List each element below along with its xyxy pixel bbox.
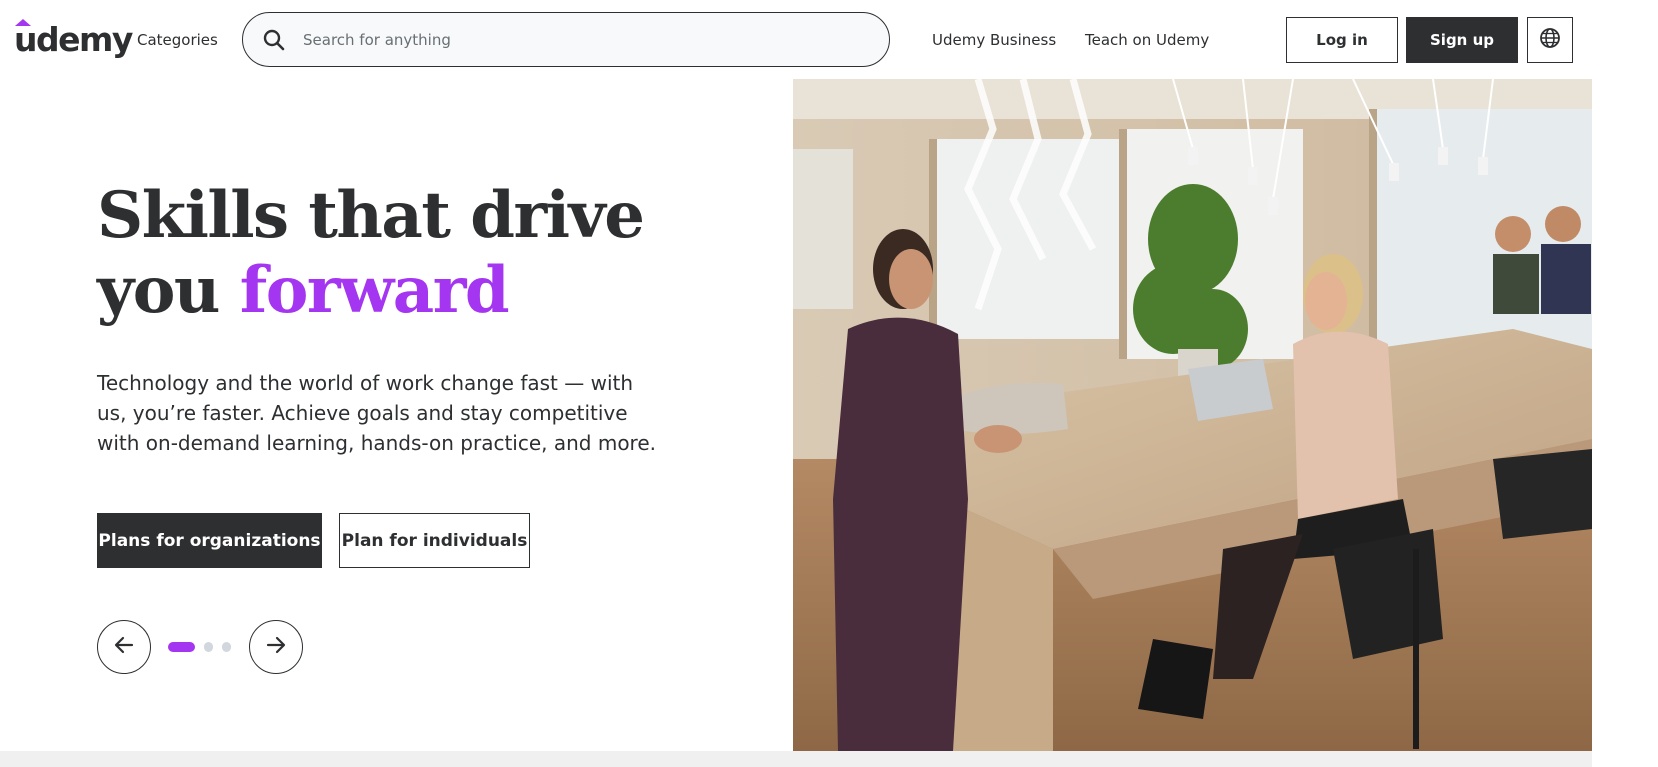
hero-headline: Skills that drive you forward xyxy=(97,178,737,328)
plan-for-individuals-button[interactable]: Plan for individuals xyxy=(339,513,530,568)
carousel-pagination xyxy=(168,641,238,653)
udemy-logo[interactable]: udemy xyxy=(14,18,133,62)
search-input[interactable] xyxy=(303,23,863,57)
search-bar[interactable] xyxy=(242,12,890,67)
udemy-business-link[interactable]: Udemy Business xyxy=(932,27,1056,53)
section-divider-strip xyxy=(0,751,1592,767)
headline-line-1: Skills that drive xyxy=(97,178,645,253)
categories-menu[interactable]: Categories xyxy=(137,27,218,53)
teach-on-udemy-link[interactable]: Teach on Udemy xyxy=(1085,27,1209,53)
headline-accent-word: forward xyxy=(239,253,510,328)
hero-subcopy: Technology and the world of work change … xyxy=(97,371,657,455)
carousel-dot-2[interactable] xyxy=(204,642,213,652)
language-selector-button[interactable] xyxy=(1527,17,1573,63)
carousel-next-button[interactable] xyxy=(249,620,303,674)
globe-icon xyxy=(1539,27,1561,53)
hero-photo-office-meeting xyxy=(793,79,1592,751)
login-button[interactable]: Log in xyxy=(1286,17,1398,63)
carousel-dot-3[interactable] xyxy=(222,642,231,652)
arrow-right-icon xyxy=(265,634,287,660)
carousel-prev-button[interactable] xyxy=(97,620,151,674)
headline-line-2: you xyxy=(97,253,240,328)
arrow-left-icon xyxy=(113,634,135,660)
top-navigation-bar: udemy Categories Udemy Business Teach on… xyxy=(0,0,1658,80)
plans-for-organizations-button[interactable]: Plans for organizations xyxy=(97,513,322,568)
search-icon[interactable] xyxy=(261,27,287,53)
signup-button[interactable]: Sign up xyxy=(1406,17,1518,63)
carousel-dot-1[interactable] xyxy=(168,642,195,652)
